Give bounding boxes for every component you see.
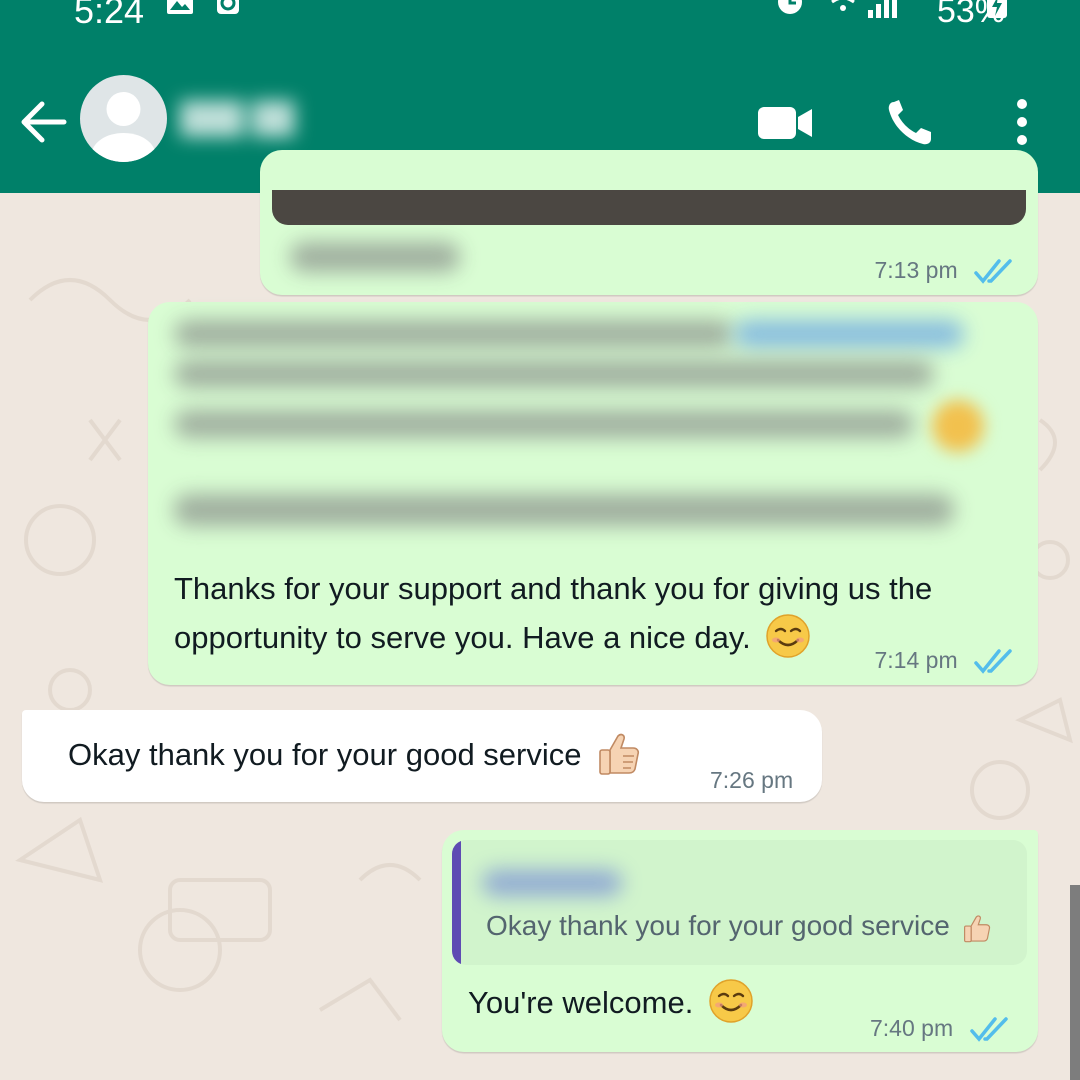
scrollbar[interactable]	[1070, 885, 1080, 1080]
battery-charging-icon	[987, 0, 1007, 18]
incoming-message[interactable]: Okay thank you for your good service 7:2…	[22, 710, 822, 802]
outgoing-message-image[interactable]: 7:13 pm	[260, 150, 1038, 295]
blurred-link	[734, 320, 964, 348]
blurred-emoji	[932, 400, 984, 452]
message-time: 7:13 pm	[874, 257, 958, 284]
message-text: Okay thank you for your good service	[68, 730, 642, 780]
message-time: 7:26 pm	[710, 767, 794, 793]
outgoing-message[interactable]: Thanks for your support and thank you fo…	[148, 302, 1038, 685]
quoted-author	[482, 870, 622, 896]
smiling-face-icon	[766, 614, 811, 658]
quoted-text-content: Okay thank you for your good service	[486, 910, 950, 941]
quoted-text: Okay thank you for your good service	[486, 908, 992, 944]
double-check-read-icon	[974, 259, 1012, 284]
contact-name[interactable]: ███ ██	[180, 98, 310, 140]
message-text-content: You're welcome.	[468, 985, 694, 1020]
video-call-icon[interactable]	[756, 98, 814, 148]
double-check-read-icon	[969, 1017, 1008, 1042]
message-meta: 7:13 pm	[875, 256, 1017, 285]
contact-avatar[interactable]	[80, 75, 167, 162]
message-meta: 7:14 pm	[875, 646, 1017, 675]
thumbs-up-icon	[599, 733, 640, 775]
blurred-text-line	[174, 360, 934, 388]
signal-strength-icon	[868, 0, 897, 18]
alarm-clock-icon	[778, 0, 802, 14]
status-time: 5:24	[74, 0, 145, 31]
message-text: You're welcome.	[468, 978, 754, 1028]
blurred-caption	[290, 242, 460, 272]
voice-call-icon[interactable]	[886, 98, 938, 148]
message-time: 7:14 pm	[874, 647, 958, 674]
quoted-message[interactable]: Okay thank you for your good service	[452, 840, 1027, 965]
double-check-read-icon	[974, 649, 1012, 674]
message-text-content: Okay thank you for your good service	[68, 737, 582, 772]
smiling-face-icon	[709, 979, 753, 1023]
message-time: 7:40 pm	[870, 1015, 954, 1041]
quote-accent-bar	[452, 840, 461, 965]
default-avatar-icon	[91, 92, 156, 162]
more-options-icon[interactable]	[1012, 98, 1032, 148]
alarm-notification-icon	[217, 0, 239, 14]
blurred-text-line	[174, 410, 914, 438]
gallery-notification-icon	[167, 0, 193, 14]
message-meta: 7:40 pm	[870, 1014, 1012, 1043]
message-text-content: Thanks for your support and thank you fo…	[174, 571, 933, 655]
message-image-preview[interactable]	[272, 190, 1026, 225]
status-bar: 5:24 53%	[0, 0, 1080, 31]
blurred-text-line	[174, 494, 954, 526]
thumbs-up-icon	[963, 915, 990, 942]
blurred-text-line	[174, 320, 734, 348]
back-arrow-icon[interactable]	[18, 100, 68, 144]
wifi-calling-icon	[831, 0, 855, 11]
